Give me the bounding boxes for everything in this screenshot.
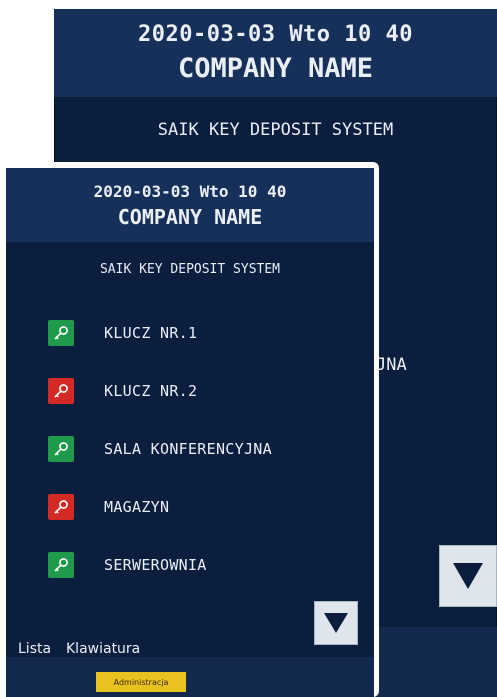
- key-label: KLUCZ NR.2: [104, 382, 198, 400]
- background-scroll-down-button: [439, 545, 497, 607]
- device-frame: 2020-03-03 Wto 10 40 COMPANY NAME SAIK K…: [0, 162, 379, 697]
- company-name: COMPANY NAME: [117, 205, 263, 229]
- background-system-title: SAIK KEY DEPOSIT SYSTEM: [157, 120, 394, 140]
- system-title: SAIK KEY DEPOSIT SYSTEM: [99, 262, 280, 277]
- key-label: MAGAZYN: [104, 498, 170, 516]
- triangle-down-icon: [324, 613, 348, 633]
- key-label: SERWEROWNIA: [104, 556, 207, 574]
- key-icon: [48, 320, 74, 346]
- background-datetime: 2020-03-03 Wto 10 40: [138, 22, 413, 47]
- header: 2020-03-03 Wto 10 40 COMPANY NAME: [6, 168, 374, 242]
- background-header: 2020-03-03 Wto 10 40 COMPANY NAME: [54, 9, 497, 97]
- key-icon: [48, 436, 74, 462]
- key-item-klucz-nr-1[interactable]: KLUCZ NR.1: [48, 318, 197, 348]
- key-item-magazyn[interactable]: MAGAZYN: [48, 492, 169, 522]
- key-item-sala-konferencyjna[interactable]: SALA KONFERENCYJNA: [48, 434, 272, 464]
- key-item-serwerownia[interactable]: SERWEROWNIA: [48, 550, 207, 580]
- key-item-klucz-nr-2[interactable]: KLUCZ NR.2: [48, 376, 197, 406]
- scroll-down-button[interactable]: [314, 601, 358, 645]
- datetime: 2020-03-03 Wto 10 40: [93, 182, 287, 201]
- background-company-name: COMPANY NAME: [177, 53, 374, 84]
- kiosk-screen: 2020-03-03 Wto 10 40 COMPANY NAME SAIK K…: [6, 168, 374, 697]
- key-icon: [48, 378, 74, 404]
- tab-lista[interactable]: Lista: [18, 641, 51, 657]
- key-label: KLUCZ NR.1: [104, 324, 198, 342]
- tab-klawiatura[interactable]: Klawiatura: [66, 641, 140, 657]
- triangle-down-icon: [453, 563, 483, 589]
- background-partial-label: JNA: [376, 355, 407, 375]
- footer-bar: [6, 657, 374, 697]
- key-label: SALA KONFERENCYJNA: [104, 440, 272, 458]
- key-icon: [48, 494, 74, 520]
- key-icon: [48, 552, 74, 578]
- administration-button[interactable]: Administracja: [96, 672, 186, 692]
